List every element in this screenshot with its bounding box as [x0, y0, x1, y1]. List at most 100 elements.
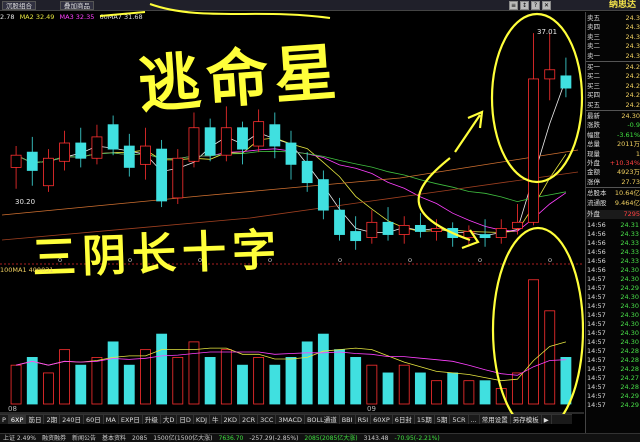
indicator-tab[interactable]: 5期 [435, 415, 451, 424]
indicator-tab[interactable]: EXP日 [119, 415, 143, 424]
volume-bar [91, 357, 103, 405]
statusbar: 上证 2.49% 融资融券 新闻公告 基本资料 2085 1500亿(1500亿大涨) 76… [0, 433, 640, 442]
volume-bar [447, 372, 459, 405]
volume-bar [511, 372, 523, 405]
tick-price: 24.30 [620, 320, 639, 328]
volume-bar [560, 357, 572, 405]
quote-row: 流通股 9.464亿 [586, 199, 640, 208]
tick-row: 14:56 24.30 [586, 266, 640, 275]
stock-title: 纳思达 [608, 0, 636, 10]
status-item[interactable]: 基本资料 [99, 434, 129, 442]
indicator-tab[interactable]: 2期 [44, 415, 61, 424]
indicator-tab[interactable]: ... [469, 415, 480, 424]
ink-arrow-up [454, 110, 484, 153]
indicator-tab[interactable]: 5CR [450, 415, 469, 424]
quote-label: 买四 [587, 91, 600, 100]
indicator-tab[interactable]: MA [104, 415, 119, 424]
tick-price: 24.33 [620, 257, 639, 265]
quote-label: 涨停 [587, 177, 600, 186]
volume-bar [26, 357, 38, 405]
candle-body [91, 136, 103, 159]
volume-bar [188, 341, 200, 405]
candle-body [253, 121, 265, 147]
status-item[interactable]: 融资融券 [39, 434, 69, 442]
volume-bar [334, 349, 345, 405]
indicator-tab[interactable]: 常用设置 [480, 415, 511, 424]
quote-label: 金额 [587, 168, 600, 177]
indicator-tab[interactable]: 60日 [84, 415, 104, 424]
indicator-tab[interactable]: 3CC [258, 415, 277, 424]
indicator-tab[interactable]: 2KD [222, 415, 240, 424]
candle-body [59, 142, 71, 162]
tick-row: 14:57 24.30 [586, 329, 640, 338]
indicator-tab[interactable]: 日D [177, 415, 194, 424]
tick-row: 14:57 24.30 [586, 293, 640, 302]
tick-row: 14:56 24.33 [586, 239, 640, 248]
indicator-tab[interactable]: 15期 [415, 415, 435, 424]
tick-price: 24.30 [620, 338, 639, 346]
volume-bar [463, 380, 475, 405]
tick-row: 14:57 24.29 [586, 284, 640, 293]
tick-time: 14:57 [587, 293, 606, 301]
quote-row: 总股本 10.64亿 [586, 189, 640, 198]
volume-bar [220, 349, 232, 405]
indicator-tab[interactable]: 2CR [240, 415, 259, 424]
tick-time: 14:57 [587, 329, 606, 337]
tick-row: 14:57 24.28 [586, 356, 640, 365]
indicator-tab[interactable]: ▶ [542, 415, 552, 424]
quote-row: 涨停 27.73 [586, 178, 640, 187]
volume-bar [43, 372, 54, 405]
status-item[interactable]: 新闻公告 [69, 434, 99, 442]
volume-bar [285, 357, 297, 405]
tick-price: 24.33 [620, 239, 639, 247]
tick-price: 24.29 [620, 401, 639, 409]
quote-label: 卖四 [587, 23, 600, 32]
quote-row: 最新 24.30 [586, 112, 640, 121]
quote-label: 买五 [587, 100, 600, 109]
tick-time: 14:57 [587, 374, 606, 382]
candle-body [544, 69, 556, 80]
indicator-tab[interactable]: BBI [340, 415, 356, 424]
indicator-tab[interactable]: KDJ [194, 415, 211, 424]
tick-row: 14:57 24.30 [586, 302, 640, 311]
outer-label: 外盘 [587, 210, 600, 218]
status-item[interactable]: 上证 2.49% [0, 434, 39, 442]
indicator-tab[interactable]: 6日封 [393, 415, 415, 424]
ink-scribble-top [99, 3, 331, 19]
indicator-tab[interactable]: 3MACD [276, 415, 305, 424]
indicator-tab[interactable]: 牛 [210, 415, 222, 424]
candle-body [269, 124, 281, 147]
quote-label: 流通股 [587, 198, 607, 207]
indicator-tab[interactable]: 大D [161, 415, 178, 424]
volume-bar [59, 349, 71, 405]
low-price-label: 30.20 [15, 198, 35, 206]
quote-row: 涨跌 -0.9 [586, 121, 640, 130]
tick-time: 14:57 [587, 356, 606, 364]
indicator-tab[interactable]: RSI [356, 415, 372, 424]
quote-value: 24.3 [625, 42, 640, 51]
tick-price: 24.30 [620, 275, 639, 283]
indicator-tab[interactable]: 240日 [60, 415, 84, 424]
tick-time: 14:57 [587, 383, 606, 391]
indicator-tab[interactable]: BOLL通道 [305, 415, 340, 424]
indicator-tab[interactable]: 60XP [371, 415, 393, 424]
candle-body [204, 127, 216, 156]
tick-price: 24.27 [620, 374, 639, 382]
quote-row: 卖四 24.3 [586, 23, 640, 32]
indicator-tab[interactable]: P [0, 415, 9, 424]
tick-row: 14:57 24.28 [586, 365, 640, 374]
quote-row: 金额 4923万 [586, 168, 640, 177]
quote-value: 24.2 [625, 100, 640, 109]
volume-bar [107, 341, 119, 405]
tick-row: 14:56 24.33 [586, 230, 640, 239]
indicator-tab[interactable]: 升级 [143, 415, 161, 424]
separator [586, 61, 640, 62]
candle-body [107, 124, 119, 150]
quote-label: 涨跌 [587, 121, 600, 130]
indicator-tab[interactable]: 6XP [8, 415, 27, 424]
x-label-09: 09 [367, 405, 376, 413]
tick-row: 14:57 24.29 [586, 401, 640, 410]
indicator-tab[interactable]: 另存模板 [511, 415, 542, 424]
indicator-tab[interactable]: 筋日 [26, 415, 45, 424]
candle-body [237, 127, 248, 150]
